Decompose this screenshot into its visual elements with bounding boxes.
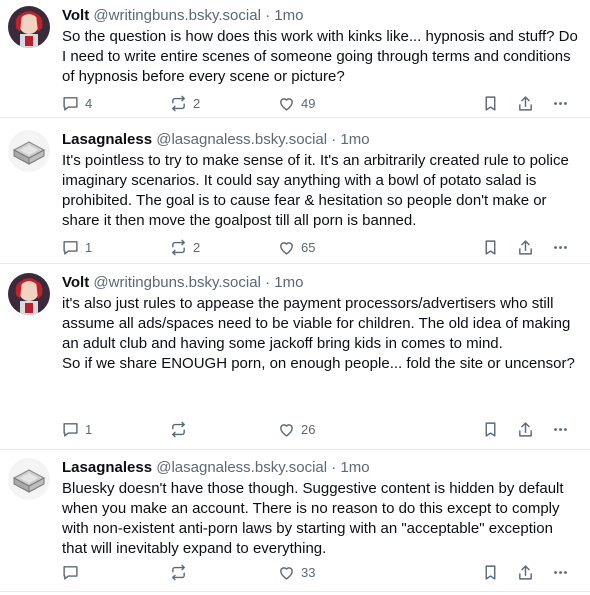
author-name[interactable]: Volt [62,274,89,291]
more-options-button[interactable] [552,418,569,440]
author-name[interactable]: Lasagnaless [62,459,152,476]
post-time[interactable]: · 1mo [265,7,303,24]
post-text: it's also just rules to appease the paym… [62,295,575,372]
post-text: It's pointless to try to make sense of i… [62,152,569,229]
repost-button[interactable]: 2 [170,92,200,114]
more-icon [554,101,567,105]
more-icon [554,427,567,431]
repost-icon [172,239,185,255]
reply-button[interactable]: 1 [62,418,92,440]
bookmark-button[interactable] [482,236,499,258]
reply-count: 1 [85,239,93,255]
post[interactable]: Lasagnaless @lasagnaless.bsky.social · 1… [0,452,590,592]
like-count: 65 [301,239,316,255]
author-name[interactable]: Volt [62,7,89,24]
more-icon [554,245,567,249]
like-button[interactable]: 49 [278,92,315,114]
avatar-lasagnaless[interactable] [8,458,50,500]
reply-icon [63,240,78,255]
like-count: 33 [301,564,316,580]
post-time[interactable]: · 1mo [331,459,369,476]
bookmark-icon [485,239,496,255]
reply-button[interactable] [62,561,85,583]
repost-count: 2 [193,95,201,111]
post-text: Bluesky doesn't have those though. Sugge… [62,480,564,557]
thread-feed: Volt @writingbuns.bsky.social · 1mo So t… [0,0,590,595]
repost-button[interactable] [170,418,193,440]
more-icon [554,570,567,574]
reply-icon [63,565,78,580]
share-button[interactable] [517,418,534,440]
reply-count: 1 [85,421,93,437]
like-button[interactable]: 33 [278,561,315,583]
author-name[interactable]: Lasagnaless [62,131,152,148]
share-icon [519,564,532,580]
like-button[interactable]: 65 [278,236,315,258]
share-button[interactable] [517,236,534,258]
post-time[interactable]: · 1mo [331,131,369,148]
avatar-lasagnaless[interactable] [8,130,50,172]
more-options-button[interactable] [552,92,569,114]
post[interactable]: Volt @writingbuns.bsky.social · 1mo So t… [0,0,590,118]
repost-button[interactable]: 2 [170,236,200,258]
share-button[interactable] [517,561,534,583]
reply-icon [63,96,78,111]
reply-button[interactable]: 1 [62,236,92,258]
repost-icon [172,564,185,580]
author-handle[interactable]: @writingbuns.bsky.social [93,274,261,291]
share-icon [519,95,532,111]
reply-count: 4 [85,95,93,111]
repost-button[interactable] [170,561,193,583]
heart-icon [280,423,293,437]
share-button[interactable] [517,92,534,114]
like-count: 49 [301,95,316,111]
bookmark-button[interactable] [482,418,499,440]
repost-icon [172,95,185,111]
more-options-button[interactable] [552,561,569,583]
avatar-volt[interactable] [8,273,50,315]
bookmark-icon [485,95,496,111]
share-icon [519,421,532,437]
share-icon [519,239,532,255]
reply-button[interactable]: 4 [62,92,92,114]
repost-count: 2 [193,239,201,255]
heart-icon [280,97,293,111]
heart-icon [280,241,293,255]
post-text: So the question is how does this work wi… [62,28,578,85]
repost-icon [172,421,185,437]
like-button[interactable]: 26 [278,418,315,440]
bookmark-button[interactable] [482,561,499,583]
more-options-button[interactable] [552,236,569,258]
author-handle[interactable]: @lasagnaless.bsky.social [156,131,327,148]
author-handle[interactable]: @lasagnaless.bsky.social [156,459,327,476]
bookmark-button[interactable] [482,92,499,114]
avatar-volt[interactable] [8,6,50,48]
bookmark-icon [485,421,496,437]
post[interactable]: Lasagnaless @lasagnaless.bsky.social · 1… [0,124,590,264]
author-handle[interactable]: @writingbuns.bsky.social [93,7,261,24]
bookmark-icon [485,564,496,580]
like-count: 26 [301,421,316,437]
post-time[interactable]: · 1mo [265,274,303,291]
post[interactable]: Volt @writingbuns.bsky.social · 1mo it's… [0,267,590,450]
heart-icon [280,566,293,580]
reply-icon [63,422,78,437]
